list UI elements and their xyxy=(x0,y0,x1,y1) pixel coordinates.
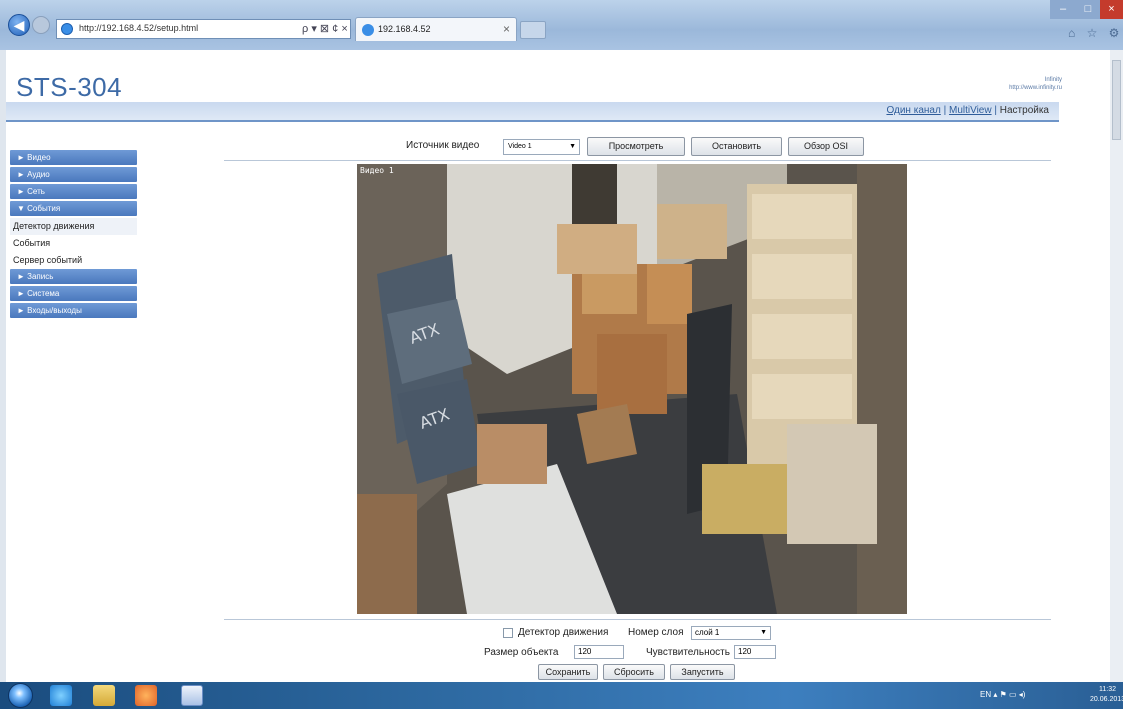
internet-explorer-icon[interactable] xyxy=(50,685,72,706)
taskbar-clock[interactable]: 11:32 20.06.2013 xyxy=(1090,685,1123,705)
sensitivity-input[interactable]: 120 xyxy=(734,645,776,659)
vendor-name: Infinity xyxy=(1044,77,1062,83)
close-window-button[interactable]: × xyxy=(1100,0,1123,19)
divider xyxy=(224,160,1051,161)
scrollbar-thumb[interactable] xyxy=(1112,60,1121,140)
vertical-scrollbar[interactable] xyxy=(1110,50,1123,682)
browser-titlebar: ◀ http://192.168.4.52/setup.html ρ ▾ ⊠ ¢… xyxy=(0,0,1123,50)
page-logo: STS-304 xyxy=(16,72,123,102)
ie-favicon-icon xyxy=(61,23,73,35)
new-tab-button[interactable] xyxy=(520,21,546,39)
sidebar-item-motion-detector[interactable]: Детектор движения xyxy=(10,218,137,235)
sidebar-item-io[interactable]: ► Входы/выходы xyxy=(10,303,137,318)
application-icon[interactable] xyxy=(181,685,203,706)
windows-taskbar: EN ▴ ⚑ ▭ ◂) 11:32 20.06.2013 xyxy=(0,682,1123,709)
layer-number-label: Номер слоя xyxy=(628,627,684,638)
media-player-icon[interactable] xyxy=(135,685,157,706)
object-size-input[interactable]: 120 xyxy=(574,645,624,659)
start-button[interactable]: Запустить xyxy=(670,664,735,680)
chevron-down-icon: ▼ xyxy=(760,629,767,636)
video-source-label: Источник видео xyxy=(406,140,480,151)
sidebar-item-recording[interactable]: ► Запись xyxy=(10,269,137,284)
reset-button[interactable]: Сбросить xyxy=(603,664,665,680)
sidebar-item-event-list[interactable]: События xyxy=(10,235,137,252)
address-tools-icons[interactable]: ρ ▾ ⊠ ¢ × xyxy=(302,22,348,35)
start-button-icon[interactable] xyxy=(8,683,33,708)
object-size-label: Размер объекта xyxy=(484,647,559,658)
sensitivity-label: Чувствительность xyxy=(646,647,730,658)
system-tray[interactable]: EN ▴ ⚑ ▭ ◂) xyxy=(980,690,1025,699)
layer-number-select[interactable]: слой 1 ▼ xyxy=(691,626,771,640)
browser-tab[interactable]: 192.168.4.52 × xyxy=(355,17,517,41)
link-single-channel[interactable]: Один канал xyxy=(886,105,940,116)
save-button[interactable]: Сохранить xyxy=(538,664,598,680)
sidebar-item-network[interactable]: ► Сеть xyxy=(10,184,137,199)
view-button[interactable]: Просмотреть xyxy=(587,137,685,156)
minimize-button[interactable]: – xyxy=(1050,0,1076,19)
divider xyxy=(224,619,1051,620)
top-navigation: Один канал | MultiView | Настройка xyxy=(886,105,1049,116)
tab-close-button[interactable]: × xyxy=(503,22,510,36)
video-source-value: Video 1 xyxy=(508,143,532,150)
video-toolbar: Источник видео Video 1 ▼ Просмотреть Ост… xyxy=(6,136,1110,158)
sidebar-item-system[interactable]: ► Система xyxy=(10,286,137,301)
motion-detector-label: Детектор движения xyxy=(518,627,609,638)
vendor-info: Infinity http://www.infinity.ru xyxy=(1009,76,1062,92)
address-bar[interactable]: http://192.168.4.52/setup.html ρ ▾ ⊠ ¢ × xyxy=(56,19,351,39)
web-page: STS-304 Infinity http://www.infinity.ru … xyxy=(6,50,1110,682)
forward-button[interactable] xyxy=(32,16,50,34)
motion-detector-checkbox[interactable] xyxy=(503,628,513,638)
address-url[interactable]: http://192.168.4.52/setup.html xyxy=(79,23,198,33)
sidebar-item-audio[interactable]: ► Аудио xyxy=(10,167,137,182)
link-settings[interactable]: Настройка xyxy=(1000,105,1049,116)
back-arrow-icon: ◀ xyxy=(13,17,25,33)
link-separator: | xyxy=(994,105,997,116)
osd-overview-button[interactable]: Обзор OSI xyxy=(788,137,864,156)
tab-title: 192.168.4.52 xyxy=(378,24,431,34)
camera-live-view[interactable]: ATX ATX Видео 1 xyxy=(357,164,907,614)
clock-time: 11:32 xyxy=(1099,686,1117,693)
sidebar-menu: ► Видео ► Аудио ► Сеть ▼ События Детекто… xyxy=(10,150,137,320)
file-explorer-icon[interactable] xyxy=(93,685,115,706)
stop-button[interactable]: Остановить xyxy=(691,137,782,156)
clock-date: 20.06.2013 xyxy=(1090,696,1123,703)
link-multiview[interactable]: MultiView xyxy=(949,105,992,116)
link-separator: | xyxy=(943,105,947,116)
back-button[interactable]: ◀ xyxy=(8,14,30,36)
maximize-button[interactable]: □ xyxy=(1076,0,1100,19)
camera-scene: ATX ATX xyxy=(357,164,907,614)
video-source-select[interactable]: Video 1 ▼ xyxy=(503,139,580,155)
sidebar-item-event-server[interactable]: Сервер событий xyxy=(10,252,137,269)
camera-overlay-label: Видео 1 xyxy=(360,166,394,175)
layer-number-value: слой 1 xyxy=(695,628,720,637)
home-favorites-tools-icons[interactable]: ⌂ ☆ ⚙ xyxy=(1068,26,1123,40)
sidebar-item-events[interactable]: ▼ События xyxy=(10,201,137,216)
header-band: Один канал | MultiView | Настройка xyxy=(6,102,1059,122)
chevron-down-icon: ▼ xyxy=(569,143,576,150)
vendor-url[interactable]: http://www.infinity.ru xyxy=(1009,84,1062,92)
tab-favicon-icon xyxy=(362,24,374,36)
